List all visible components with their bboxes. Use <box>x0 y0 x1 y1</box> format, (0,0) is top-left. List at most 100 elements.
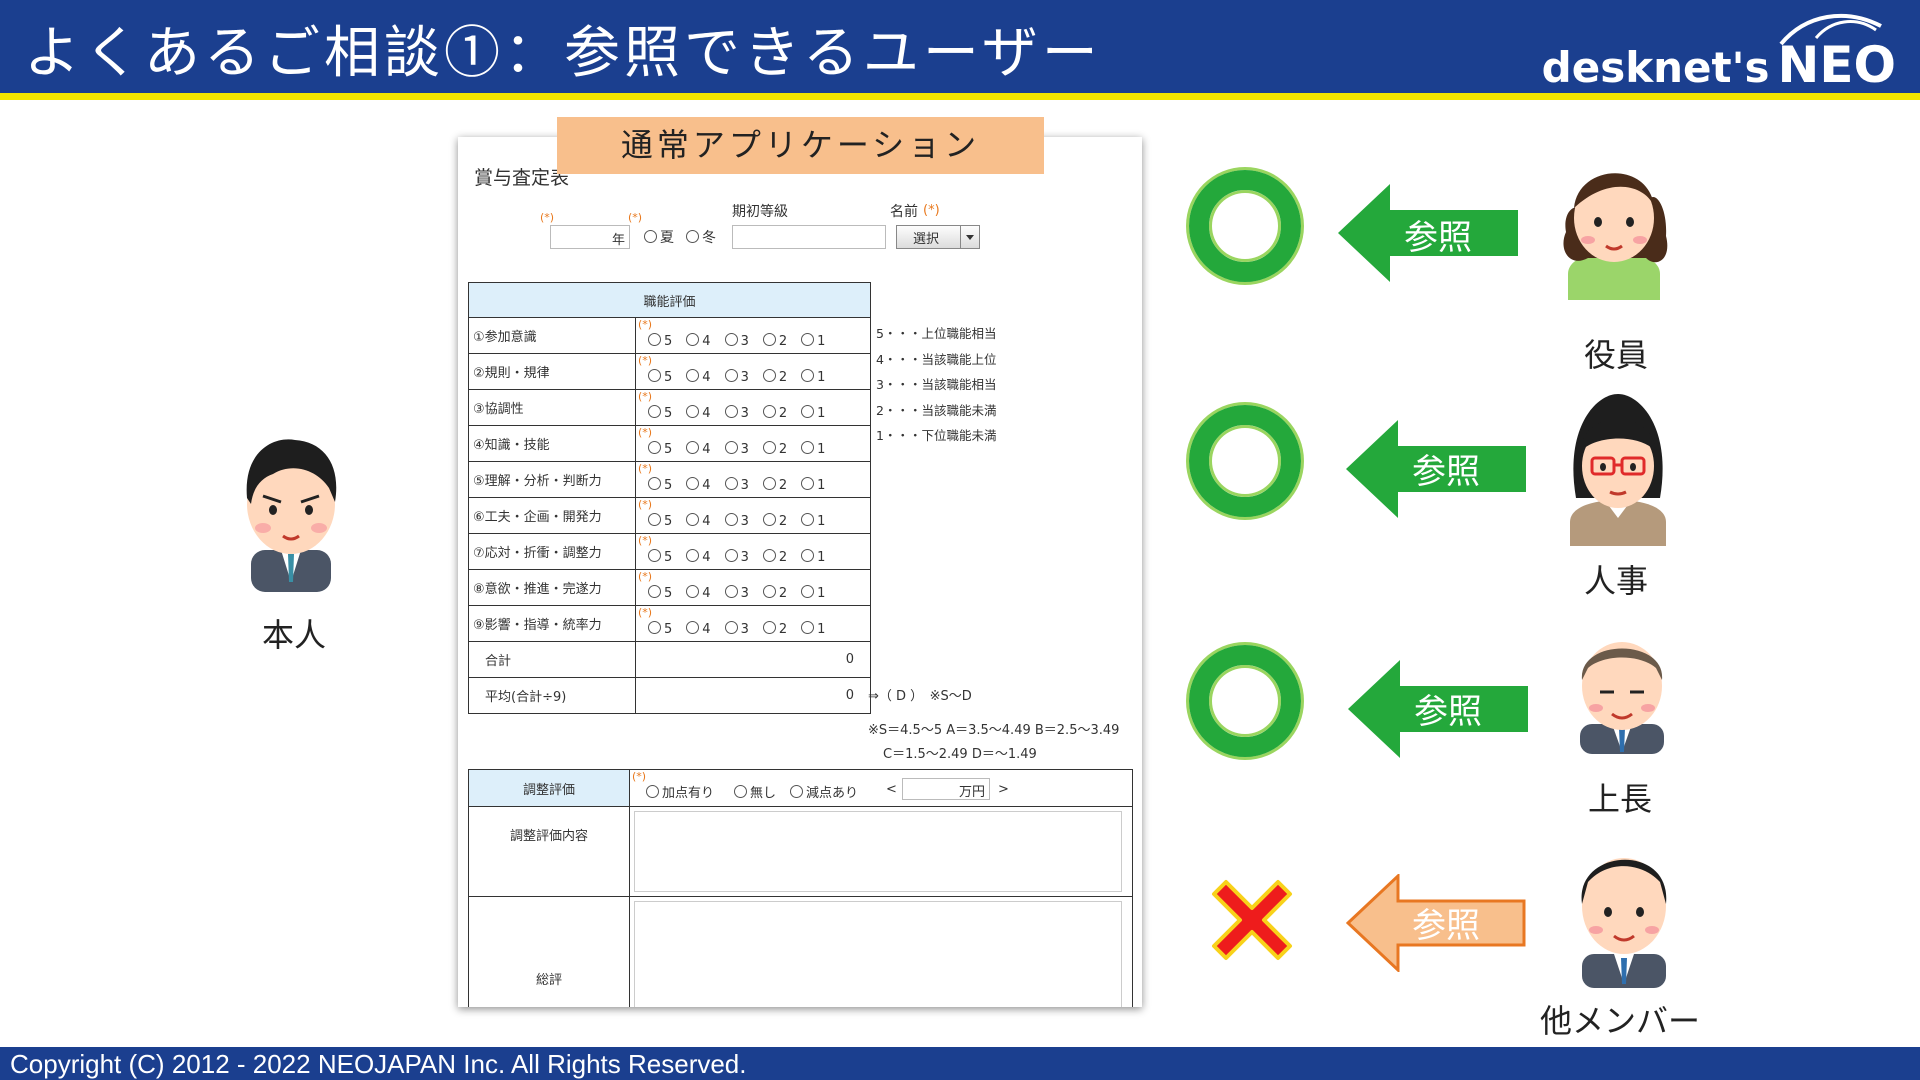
adjust-detail-textarea[interactable] <box>634 811 1122 892</box>
required-mark: (*) <box>638 462 653 475</box>
grade-input[interactable] <box>732 225 886 249</box>
season-summer-radio[interactable]: 夏 <box>644 227 674 247</box>
form-title: 賞与査定表 <box>474 167 570 189</box>
grade-rule-1: ※S＝4.5〜5 A＝3.5〜4.49 B＝2.5〜3.49 <box>868 723 1120 738</box>
denied-cross-icon <box>1212 880 1292 960</box>
required-mark: (*) <box>628 211 643 224</box>
table-row: ②規則・規律 (*) 5 4 3 2 1 <box>468 353 871 390</box>
name-label: 名前 <box>890 204 918 220</box>
adjust-minus-radio[interactable]: 減点あり <box>790 782 858 801</box>
person-label-other-member: 他メンバー <box>1540 1002 1701 1040</box>
criteria-label: ⑤理解・分析・判断力 <box>468 461 636 498</box>
overall-textarea[interactable] <box>634 901 1122 1007</box>
table-row: ④知識・技能 (*) 5 4 3 2 1 <box>468 425 871 462</box>
table-row: ①参加意識 (*) 5 4 3 2 1 <box>468 317 871 354</box>
reference-label: 参照 <box>1414 692 1482 732</box>
average-label: 平均(合計÷9) <box>468 677 636 714</box>
header-accent-line <box>0 93 1920 100</box>
year-unit: 年 <box>611 233 625 248</box>
form-screenshot: 賞与査定表 (*) (*) 年 夏 冬 期初等級 名前 (*) 選択 職能評価 … <box>458 137 1142 1007</box>
grade-label: 期初等級 <box>732 204 788 220</box>
score-options[interactable]: 54321 <box>648 369 839 385</box>
amount-suffix: > <box>998 782 1009 797</box>
self-label: 本人 <box>262 616 327 654</box>
copyright-text: Copyright (C) 2012 - 2022 NEOJAPAN Inc. … <box>10 1049 747 1079</box>
name-select[interactable]: 選択 <box>896 225 980 249</box>
total-label: 合計 <box>468 641 636 678</box>
grade-result: ⇒（ D ） ※S〜D <box>868 689 972 704</box>
hr-person-icon <box>1570 394 1666 546</box>
eval-header: 職能評価 <box>468 282 871 318</box>
score-options[interactable]: 54321 <box>648 549 839 565</box>
score-options[interactable]: 54321 <box>648 477 839 493</box>
chevron-down-icon <box>960 226 979 248</box>
criteria-label: ④知識・技能 <box>468 425 636 462</box>
required-mark: (*) <box>638 354 653 367</box>
adjust-plus-radio[interactable]: 加点有り <box>646 782 714 801</box>
overall-label: 総評 <box>468 896 630 1007</box>
executive-person-icon <box>1563 173 1668 300</box>
person-label-executive: 役員 <box>1584 336 1649 374</box>
criteria-label: ③協調性 <box>468 389 636 426</box>
criteria-label: ⑨影響・指導・統率力 <box>468 605 636 642</box>
table-row: 総評 <box>468 896 1133 1007</box>
adjust-label: 調整評価 <box>468 769 630 807</box>
score-options[interactable]: 54321 <box>648 513 839 529</box>
criteria-label: ②規則・規律 <box>468 353 636 390</box>
required-mark: (*) <box>638 390 653 403</box>
score-legend: 5・・・上位職能相当 4・・・当該職能上位 3・・・当該職能相当 2・・・当該職… <box>876 326 997 443</box>
adjust-none-radio[interactable]: 無し <box>734 782 776 801</box>
required-mark: (*) <box>638 534 653 547</box>
criteria-label: ⑥工夫・企画・開発力 <box>468 497 636 534</box>
score-options[interactable]: 54321 <box>648 405 839 421</box>
score-options[interactable]: 54321 <box>648 441 839 457</box>
manager-person-icon <box>1580 642 1664 754</box>
required-mark: (*) <box>638 606 653 619</box>
self-person-icon <box>246 439 337 592</box>
required-mark: (*) <box>638 570 653 583</box>
reference-label-denied: 参照 <box>1412 906 1480 946</box>
slide-title: よくあるご相談①：参照できるユーザー <box>24 21 1102 86</box>
app-type-badge: 通常アプリケーション <box>557 117 1044 174</box>
slide-footer: Copyright (C) 2012 - 2022 NEOJAPAN Inc. … <box>0 1047 1920 1080</box>
required-mark: (*) <box>540 211 555 224</box>
season-winter-radio[interactable]: 冬 <box>686 227 716 247</box>
table-row: 調整評価内容 <box>468 806 1133 897</box>
grade-rule-2: C＝1.5〜2.49 D＝〜1.49 <box>883 747 1037 762</box>
score-options[interactable]: 54321 <box>648 621 839 637</box>
table-row: 調整評価 (*) 加点有り 無し 減点あり < 万円 > <box>468 769 1133 807</box>
adjust-detail-label: 調整評価内容 <box>468 806 630 897</box>
person-label-hr: 人事 <box>1584 562 1649 600</box>
slide-header: よくあるご相談①：参照できるユーザー desknet's NEO <box>0 0 1920 94</box>
table-row: ⑨影響・指導・統率力 (*) 5 4 3 2 1 <box>468 605 871 642</box>
required-mark: (*) <box>638 426 653 439</box>
year-input[interactable]: 年 <box>550 225 630 249</box>
table-row: 合計 0 <box>468 641 871 678</box>
logo-desknets: desknet's <box>1541 43 1770 92</box>
logo-neo: NEO <box>1777 36 1896 94</box>
select-label: 選択 <box>913 232 940 247</box>
score-options[interactable]: 54321 <box>648 585 839 601</box>
eval-table: 職能評価 ①参加意識 (*) 5 4 3 2 1 ②規則・規律 (*) 5 4 3 2 1 ③協調性 (*… <box>468 282 871 714</box>
required-mark: (*) <box>638 498 653 511</box>
season-summer-label: 夏 <box>660 230 674 246</box>
table-row: 平均(合計÷9) 0 <box>468 677 871 714</box>
table-row: ⑤理解・分析・判断力 (*) 5 4 3 2 1 <box>468 461 871 498</box>
criteria-label: ⑦応対・折衝・調整力 <box>468 533 636 570</box>
amount-unit: 万円 <box>958 785 985 800</box>
average-value: 0 <box>845 688 854 703</box>
table-row: ⑧意欲・推進・完遂力 (*) 5 4 3 2 1 <box>468 569 871 606</box>
criteria-label: ⑧意欲・推進・完遂力 <box>468 569 636 606</box>
amount-prefix: < <box>886 782 897 797</box>
total-value: 0 <box>845 652 854 667</box>
score-options[interactable]: 54321 <box>648 333 839 349</box>
required-mark: (*) <box>632 770 647 783</box>
allowed-circle-icon <box>1189 170 1301 282</box>
adjust-table: 調整評価 (*) 加点有り 無し 減点あり < 万円 > 調整評価内容 総評 <box>468 769 1133 1007</box>
amount-input[interactable]: 万円 <box>902 778 990 800</box>
required-mark: (*) <box>923 203 940 218</box>
person-label-manager: 上長 <box>1588 780 1653 818</box>
reference-label: 参照 <box>1404 218 1472 258</box>
table-row: ⑥工夫・企画・開発力 (*) 5 4 3 2 1 <box>468 497 871 534</box>
other-member-person-icon <box>1581 858 1667 988</box>
